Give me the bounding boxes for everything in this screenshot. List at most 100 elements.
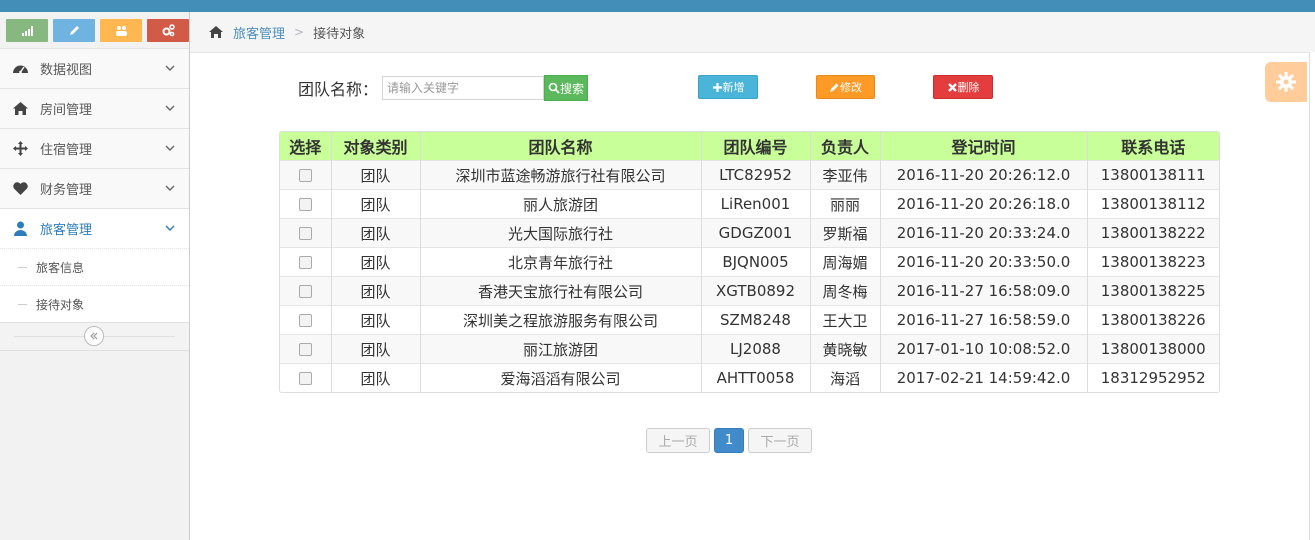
users-icon [115,25,127,36]
row-checkbox[interactable] [298,198,312,211]
chevron-down-icon [165,65,175,71]
delete-button[interactable]: 删除 [933,75,993,99]
cell-leader: 黄晓敏 [810,334,881,364]
sidebar-item-dashboard[interactable]: 数据视图 [0,48,189,88]
chevron-down-icon [165,225,175,231]
column-header-register-time: 登记时间 [880,132,1088,161]
table-row[interactable]: 团队 北京青年旅行社 BJQN005 周海媚 2016-11-20 20:33:… [280,247,1219,277]
row-checkbox[interactable] [298,372,312,385]
search-bar: 团队名称： 搜索 [298,75,589,101]
edit-button[interactable]: 修改 [816,75,875,99]
move-icon [12,141,28,156]
column-header-team-name: 团队名称 [420,132,702,161]
top-navbar [0,0,1315,12]
cell-type: 团队 [331,334,421,364]
table-row[interactable]: 团队 爱海滔滔有限公司 AHTT0058 海滔 2017-02-21 14:59… [280,363,1219,392]
shortcut-stats-button[interactable] [6,18,48,42]
sidebar-item-rooms[interactable]: 房间管理 [0,88,189,128]
shortcut-edit-button[interactable] [53,18,95,42]
cell-team-code: LiRen001 [701,189,811,219]
chevron-down-icon [165,185,175,191]
cell-phone: 18312952952 [1087,363,1219,392]
sidebar-item-finance[interactable]: 财务管理 [0,168,189,208]
row-checkbox[interactable] [298,343,312,356]
settings-toggle[interactable] [1265,62,1307,102]
table-row[interactable]: 团队 丽江旅游团 LJ2088 黄晓敏 2017-01-10 10:08:52.… [280,334,1219,364]
cell-register-time: 2016-11-27 16:58:59.0 [880,305,1088,335]
cell-register-time: 2016-11-27 16:58:09.0 [880,276,1088,306]
cell-team-name: 爱海滔滔有限公司 [420,363,702,392]
sidebar-item-label: 房间管理 [40,103,93,118]
pencil-icon [830,83,839,92]
sidebar-subitem-traveler-info[interactable]: 旅客信息 [0,248,189,285]
sidebar-item-label: 旅客管理 [40,223,93,238]
cell-team-name: 香港天宝旅行社有限公司 [420,276,702,306]
add-button[interactable]: 新增 [698,75,758,99]
sidebar-item-travelers[interactable]: 旅客管理 [0,208,189,248]
cell-team-name: 深圳美之程旅游服务有限公司 [420,305,702,335]
prev-page-button[interactable]: 上一页 [646,428,710,453]
breadcrumb-link-travelers[interactable]: 旅客管理 [233,23,285,42]
cell-type: 团队 [331,218,421,248]
shortcut-settings-button[interactable] [147,18,189,42]
cell-type: 团队 [331,189,421,219]
cell-phone: 13800138000 [1087,334,1219,364]
row-checkbox[interactable] [298,169,312,182]
row-checkbox[interactable] [298,285,312,298]
sidebar-item-label: 数据视图 [40,63,93,78]
column-header-type: 对象类别 [331,132,421,161]
cell-type: 团队 [331,160,421,190]
cell-leader: 周冬梅 [810,276,881,306]
breadcrumb-separator-icon: > [294,25,305,39]
cell-register-time: 2017-02-21 14:59:42.0 [880,363,1088,392]
row-checkbox[interactable] [298,227,312,240]
search-icon [548,82,560,94]
table-row[interactable]: 团队 深圳市蓝途畅游旅行社有限公司 LTC82952 李亚伟 2016-11-2… [280,160,1219,190]
search-button[interactable]: 搜索 [544,75,589,101]
sidebar-submenu: 旅客信息 接待对象 [0,248,189,322]
search-input[interactable] [382,76,545,100]
cell-team-name: 丽人旅游团 [420,189,702,219]
column-header-phone: 联系电话 [1087,132,1219,161]
gear-icon [1276,72,1296,92]
shortcut-users-button[interactable] [100,18,142,42]
heart-icon [12,182,28,195]
column-header-team-code: 团队编号 [701,132,811,161]
plus-icon [712,82,722,92]
table-row[interactable]: 团队 香港天宝旅行社有限公司 XGTB0892 周冬梅 2016-11-27 1… [280,276,1219,306]
close-icon [947,82,957,92]
delete-button-label: 删除 [957,81,980,94]
cell-team-name: 光大国际旅行社 [420,218,702,248]
sidebar-item-lodging[interactable]: 住宿管理 [0,128,189,168]
cell-team-code: AHTT0058 [701,363,811,392]
cell-register-time: 2016-11-20 20:33:50.0 [880,247,1088,277]
sidebar-subitem-label: 旅客信息 [36,260,85,275]
add-button-label: 新增 [722,81,745,94]
cell-team-code: XGTB0892 [701,276,811,306]
current-page-button[interactable]: 1 [714,428,744,453]
home-icon[interactable] [208,24,224,40]
cell-register-time: 2016-11-20 20:26:12.0 [880,160,1088,190]
row-checkbox[interactable] [298,256,312,269]
cogs-icon [162,23,175,36]
cell-team-name: 丽江旅游团 [420,334,702,364]
pencil-icon [69,25,79,35]
page-scroll-edge [1309,52,1315,540]
cell-team-code: GDGZ001 [701,218,811,248]
cell-team-code: LJ2088 [701,334,811,364]
search-label: 团队名称： [298,80,379,99]
sidebar-subitem-reception[interactable]: 接待对象 [0,285,189,322]
row-checkbox[interactable] [298,314,312,327]
table-row[interactable]: 团队 丽人旅游团 LiRen001 丽丽 2016-11-20 20:26:18… [280,189,1219,219]
table-row[interactable]: 团队 光大国际旅行社 GDGZ001 罗斯福 2016-11-20 20:33:… [280,218,1219,248]
cell-phone: 13800138112 [1087,189,1219,219]
cell-team-code: BJQN005 [701,247,811,277]
sidebar-collapse-button[interactable] [84,326,104,346]
next-page-button[interactable]: 下一页 [748,428,812,453]
table-row[interactable]: 团队 深圳美之程旅游服务有限公司 SZM8248 王大卫 2016-11-27 … [280,305,1219,335]
cell-phone: 13800138111 [1087,160,1219,190]
pagination: 上一页 1 下一页 [646,428,812,453]
cell-register-time: 2017-01-10 10:08:52.0 [880,334,1088,364]
reception-table: 选择 对象类别 团队名称 团队编号 负责人 登记时间 联系电话 团队 深圳市蓝途… [279,131,1220,393]
table-header-row: 选择 对象类别 团队名称 团队编号 负责人 登记时间 联系电话 [280,132,1219,161]
